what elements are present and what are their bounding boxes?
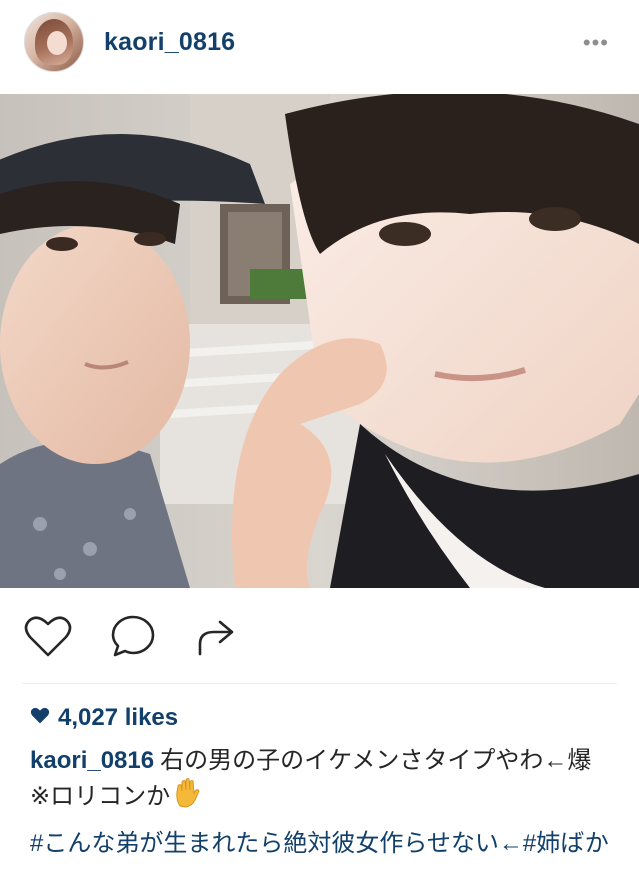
avatar-face xyxy=(47,31,67,55)
post-header: kaori_0816 ••• xyxy=(0,0,639,86)
caption: kaori_0816 右の男の子のイケメンさタイプやわ←爆 ※ロリコンか xyxy=(30,744,615,818)
likes-count[interactable]: 4,027 likes xyxy=(30,704,178,732)
username-link[interactable]: kaori_0816 xyxy=(104,28,235,57)
heart-filled-icon xyxy=(30,704,50,732)
more-dots-icon[interactable]: ••• xyxy=(583,32,609,54)
post-photo[interactable] xyxy=(0,94,639,588)
hashtags[interactable]: #こんな弟が生まれたら絶対彼女作らせない←#姉ばか xyxy=(30,827,615,861)
comment-bubble-icon[interactable] xyxy=(110,614,156,663)
avatar[interactable] xyxy=(24,12,84,72)
caption-username[interactable]: kaori_0816 xyxy=(30,747,154,774)
share-arrow-icon[interactable] xyxy=(196,614,238,663)
divider xyxy=(22,683,617,684)
heart-outline-icon[interactable] xyxy=(24,614,72,663)
raised-hand-emoji xyxy=(174,778,200,818)
action-bar xyxy=(0,600,639,670)
likes-text: 4,027 likes xyxy=(58,704,179,731)
